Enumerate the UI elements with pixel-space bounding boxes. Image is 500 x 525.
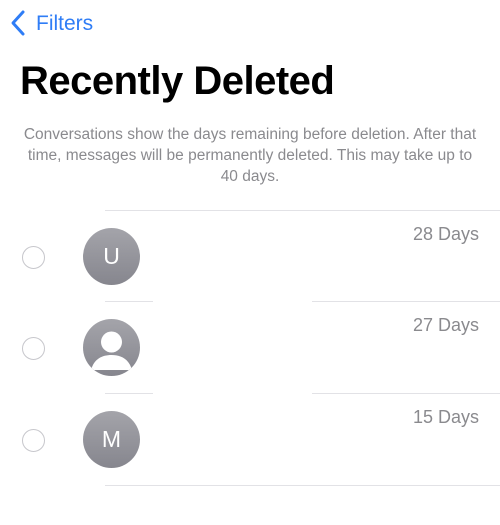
days-remaining: 27 Days xyxy=(412,315,479,335)
days-remaining: 15 Days xyxy=(412,407,479,427)
select-radio[interactable] xyxy=(22,429,45,452)
chevron-left-icon xyxy=(8,8,28,38)
conversation-row[interactable]: M 15 Days xyxy=(0,394,500,486)
avatar xyxy=(83,319,140,376)
avatar: U xyxy=(83,228,140,285)
page-title: Recently Deleted xyxy=(20,59,335,103)
avatar-initial: U xyxy=(103,243,120,269)
conversation-row[interactable]: 27 Days xyxy=(0,302,500,394)
conversation-row[interactable]: U 28 Days xyxy=(0,211,500,303)
info-text: Conversations show the days remaining be… xyxy=(23,126,477,185)
select-radio[interactable] xyxy=(22,246,45,269)
back-label: Filters xyxy=(36,11,94,35)
person-icon xyxy=(91,331,132,370)
back-button[interactable]: Filters xyxy=(8,6,93,40)
avatar-initial: M xyxy=(101,426,122,452)
avatar: M xyxy=(83,411,140,468)
days-remaining: 28 Days xyxy=(412,224,479,244)
select-radio[interactable] xyxy=(22,337,45,360)
